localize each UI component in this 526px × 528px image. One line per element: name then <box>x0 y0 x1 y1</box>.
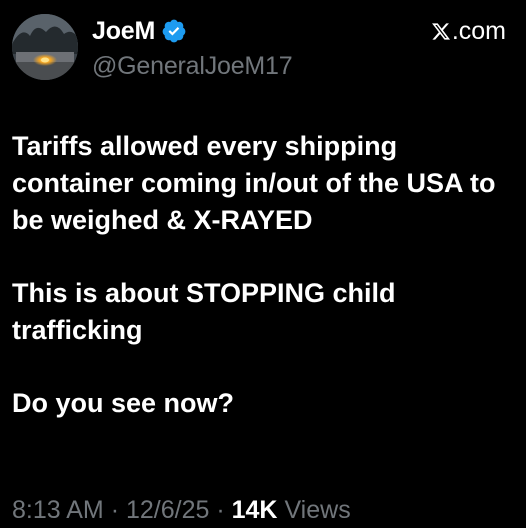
source-label: .com <box>431 16 506 46</box>
avatar-photo <box>12 14 78 80</box>
tweet-header: JoeM @GeneralJoeM17 .com <box>12 12 514 82</box>
tweet-paragraph-3: Do you see now? <box>12 388 235 418</box>
display-name-row: JoeM <box>92 16 292 46</box>
tweet-date[interactable]: 12/6/25 <box>126 496 209 524</box>
avatar[interactable] <box>12 14 78 80</box>
views-count[interactable]: 14K <box>232 496 278 524</box>
verified-badge-icon <box>161 18 187 44</box>
author-names: JoeM @GeneralJoeM17 <box>92 16 293 81</box>
handle[interactable]: @GeneralJoeM17 <box>92 52 293 81</box>
tweet-paragraph-2: This is about STOPPING child trafficking <box>12 278 396 345</box>
tweet-paragraph-1: Tariffs allowed every shipping container… <box>12 131 496 235</box>
x-logo-icon <box>431 22 450 40</box>
meta-separator: · <box>110 496 120 524</box>
tweet: JoeM @GeneralJoeM17 .com Tariffs allowed… <box>0 0 526 528</box>
meta-separator: · <box>216 496 225 524</box>
tweet-time[interactable]: 8:13 AM <box>12 496 104 524</box>
source-domain: .com <box>451 16 506 45</box>
tweet-text: Tariffs allowed every shipping container… <box>12 128 512 422</box>
display-name[interactable]: JoeM <box>92 17 155 46</box>
views-label: Views <box>284 496 351 524</box>
tweet-meta: 8:13 AM · 12/6/25 · 14K Views <box>12 496 351 525</box>
